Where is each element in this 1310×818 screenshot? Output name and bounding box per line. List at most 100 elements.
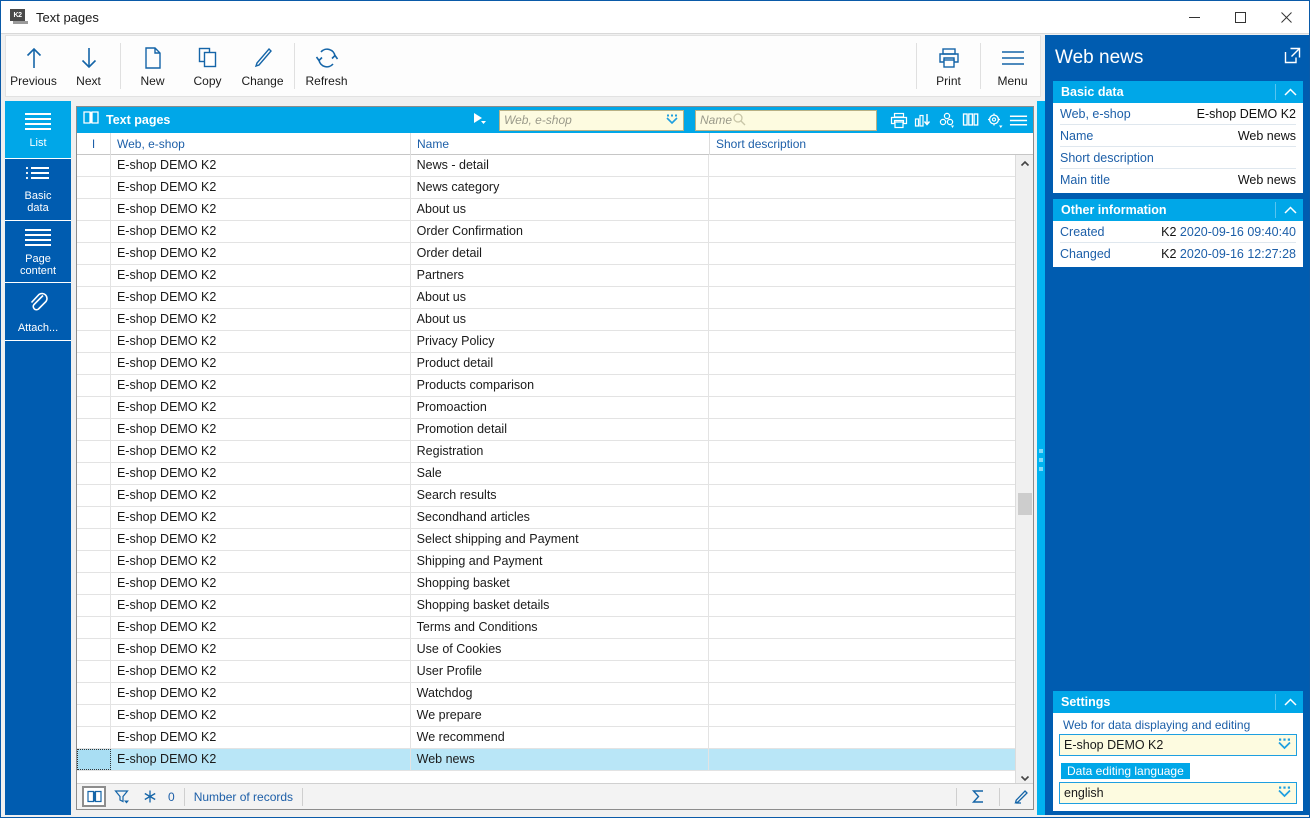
language-setting-input[interactable]: english — [1059, 782, 1297, 804]
cluster-icon[interactable] — [937, 111, 956, 130]
sidebar-item-basic-data[interactable]: Basic data — [5, 159, 71, 221]
detail-field-label: Created — [1060, 224, 1105, 239]
cell-name: Promoaction — [411, 397, 710, 418]
bar-chart-icon[interactable] — [913, 111, 932, 130]
book-view-button[interactable] — [82, 786, 106, 807]
snowflake-icon[interactable] — [138, 786, 162, 807]
chevron-up-icon[interactable] — [1275, 84, 1303, 100]
chevron-up-icon[interactable] — [1275, 694, 1303, 710]
sidebar-item-label-attachments: Attach... — [17, 322, 59, 334]
grid-vertical-scrollbar[interactable] — [1015, 155, 1033, 787]
table-row[interactable]: E-shop DEMO K2 News - detail — [77, 155, 1015, 177]
table-row[interactable]: E-shop DEMO K2 Promotion detail — [77, 419, 1015, 441]
sidebar-item-page-content[interactable]: Page content — [5, 221, 71, 283]
close-icon[interactable] — [1263, 1, 1309, 34]
dropdown-icon[interactable] — [1277, 737, 1292, 753]
table-row[interactable]: E-shop DEMO K2 Search results — [77, 485, 1015, 507]
detail-section-header[interactable]: Other information — [1053, 199, 1303, 221]
table-row[interactable]: E-shop DEMO K2 About us — [77, 287, 1015, 309]
new-button[interactable]: New — [125, 37, 180, 95]
menu-button[interactable]: Menu — [985, 37, 1040, 95]
table-row[interactable]: E-shop DEMO K2 Web news — [77, 749, 1015, 771]
table-row[interactable]: E-shop DEMO K2 Terms and Conditions — [77, 617, 1015, 639]
cell-short-description — [709, 441, 1015, 462]
copy-button[interactable]: Copy — [180, 37, 235, 95]
settings-header[interactable]: Settings — [1053, 691, 1303, 713]
column-header-description[interactable]: Short description — [710, 133, 1016, 155]
detail-field-row[interactable]: Web, e-shop E-shop DEMO K2 — [1060, 103, 1296, 125]
sidebar-item-list[interactable]: List — [5, 101, 71, 159]
hamburger-icon[interactable] — [1009, 111, 1028, 130]
printer-icon[interactable] — [889, 111, 908, 130]
previous-button[interactable]: Previous — [6, 37, 61, 95]
column-header-name[interactable]: Name — [411, 132, 710, 155]
cell-web-eshop: E-shop DEMO K2 — [111, 463, 411, 484]
table-row[interactable]: E-shop DEMO K2 Select shipping and Paymen… — [77, 529, 1015, 551]
minimize-icon[interactable] — [1171, 1, 1217, 34]
table-row[interactable]: E-shop DEMO K2 Order detail — [77, 243, 1015, 265]
table-row[interactable]: E-shop DEMO K2 Product detail — [77, 353, 1015, 375]
table-row[interactable]: E-shop DEMO K2 Privacy Policy — [77, 331, 1015, 353]
table-row[interactable]: E-shop DEMO K2 Shopping basket — [77, 573, 1015, 595]
detail-section-header[interactable]: Basic data — [1053, 81, 1303, 103]
web-setting-input[interactable]: E-shop DEMO K2 — [1059, 734, 1297, 756]
status-divider-4 — [999, 787, 1000, 806]
change-button[interactable]: Change — [235, 37, 290, 95]
grid-rows-area: E-shop DEMO K2 News - detail E-shop DEMO K… — [77, 155, 1033, 787]
next-button[interactable]: Next — [61, 37, 116, 95]
name-filter-value: Name — [700, 113, 733, 127]
detail-field-row[interactable]: Short description — [1060, 147, 1296, 169]
play-triangle-icon[interactable] — [472, 111, 493, 130]
table-row[interactable]: E-shop DEMO K2 Watchdog — [77, 683, 1015, 705]
maximize-icon[interactable] — [1217, 1, 1263, 34]
panel-splitter[interactable] — [1037, 101, 1045, 815]
columns-icon[interactable] — [961, 111, 980, 130]
table-row[interactable]: E-shop DEMO K2 Sale — [77, 463, 1015, 485]
scrollbar-thumb[interactable] — [1018, 493, 1032, 515]
table-row[interactable]: E-shop DEMO K2 Registration — [77, 441, 1015, 463]
cell-short-description — [709, 199, 1015, 220]
dropdown-icon[interactable] — [665, 113, 679, 128]
column-header-flag[interactable]: I — [77, 132, 111, 155]
dropdown-icon[interactable] — [1277, 785, 1292, 801]
table-row[interactable]: E-shop DEMO K2 Secondhand articles — [77, 507, 1015, 529]
main-toolbar: Previous Next New Copy Change Refresh Pr… — [5, 35, 1041, 97]
funnel-icon[interactable] — [110, 786, 134, 807]
settings-gear-icon[interactable] — [985, 111, 1004, 130]
column-header-web[interactable]: Web, e-shop — [111, 132, 411, 155]
table-row[interactable]: E-shop DEMO K2 Partners — [77, 265, 1015, 287]
cell-name: We prepare — [411, 705, 710, 726]
table-row[interactable]: E-shop DEMO K2 User Profile — [77, 661, 1015, 683]
web-eshop-filter-input[interactable]: Web, e-shop — [499, 109, 684, 131]
table-row[interactable]: E-shop DEMO K2 Order Confirmation — [77, 221, 1015, 243]
detail-field-row[interactable]: Name Web news — [1060, 125, 1296, 147]
popout-icon[interactable] — [1284, 47, 1301, 69]
table-row[interactable]: E-shop DEMO K2 Products comparison — [77, 375, 1015, 397]
name-filter-input[interactable]: Name — [695, 109, 877, 131]
cell-short-description — [709, 265, 1015, 286]
search-icon[interactable] — [732, 112, 746, 129]
table-row[interactable]: E-shop DEMO K2 Shipping and Payment — [77, 551, 1015, 573]
sigma-icon[interactable] — [966, 786, 990, 807]
detail-field-row[interactable]: Main title Web news — [1060, 169, 1296, 191]
table-row[interactable]: E-shop DEMO K2 We prepare — [77, 705, 1015, 727]
table-row[interactable]: E-shop DEMO K2 We recommend — [77, 727, 1015, 749]
cell-short-description — [709, 155, 1015, 176]
print-button[interactable]: Print — [921, 37, 976, 95]
scroll-up-icon[interactable] — [1016, 155, 1033, 173]
table-row[interactable]: E-shop DEMO K2 News category — [77, 177, 1015, 199]
cell-name: Order detail — [411, 243, 710, 264]
table-row[interactable]: E-shop DEMO K2 Promoaction — [77, 397, 1015, 419]
table-row[interactable]: E-shop DEMO K2 About us — [77, 309, 1015, 331]
chevron-up-icon[interactable] — [1275, 202, 1303, 218]
table-row[interactable]: E-shop DEMO K2 About us — [77, 199, 1015, 221]
sidebar-item-attachments[interactable]: Attach... — [5, 283, 71, 341]
window-controls — [1171, 1, 1309, 34]
refresh-button[interactable]: Refresh — [299, 37, 354, 95]
detail-field-row[interactable]: Changed K2 2020-09-16 12:27:28 — [1060, 243, 1296, 265]
detail-field-row[interactable]: Created K2 2020-09-16 09:40:40 — [1060, 221, 1296, 243]
table-row[interactable]: E-shop DEMO K2 Shopping basket details — [77, 595, 1015, 617]
table-row[interactable]: E-shop DEMO K2 Use of Cookies — [77, 639, 1015, 661]
pencil-icon[interactable] — [1009, 786, 1033, 807]
cell-flag — [77, 177, 111, 198]
